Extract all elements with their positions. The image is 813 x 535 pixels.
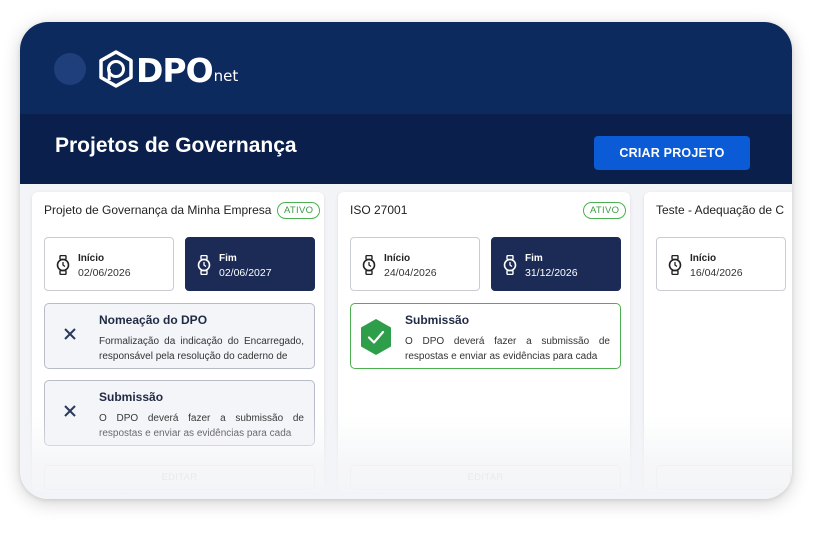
start-label: Início xyxy=(690,253,717,264)
end-date: 02/06/2027 xyxy=(219,267,272,279)
start-label: Início xyxy=(78,253,105,264)
project-title: ISO 27001 xyxy=(350,203,408,217)
logo-wordmark: DPO xyxy=(136,51,214,90)
x-icon xyxy=(64,328,76,340)
task-card-submissao[interactable]: Submissão O DPO deverá fazer a submissão… xyxy=(44,380,315,446)
start-date-box: Início 16/04/2026 xyxy=(656,237,786,291)
watch-icon xyxy=(668,255,682,275)
start-date-box: Início 24/04/2026 xyxy=(350,237,480,291)
edit-button[interactable]: EDITAR xyxy=(44,465,315,490)
watch-icon xyxy=(197,255,211,275)
start-date: 02/06/2026 xyxy=(78,267,131,279)
edit-button[interactable]: EDITAR xyxy=(350,465,621,490)
end-label: Fim xyxy=(525,253,543,264)
project-title: Projeto de Governança da Minha Empresa xyxy=(44,203,272,217)
task-description: O DPO deverá fazer a submissão de respos… xyxy=(99,413,304,439)
check-hexagon-icon xyxy=(361,319,391,355)
end-date: 31/12/2026 xyxy=(525,267,578,279)
edit-button[interactable]: E xyxy=(656,465,792,490)
end-date-box: Fim 31/12/2026 xyxy=(491,237,621,291)
status-badge: ATIVO xyxy=(277,202,321,219)
task-title: Nomeação do DPO xyxy=(99,313,208,327)
end-date-box: Fim 02/06/2027 xyxy=(185,237,315,291)
task-card-nomeacao[interactable]: Nomeação do DPO Formalização da indicaçã… xyxy=(44,303,315,369)
end-label: Fim xyxy=(219,253,237,264)
watch-icon xyxy=(503,255,517,275)
page-title: Projetos de Governança xyxy=(55,134,297,157)
app-window: DPO net Projetos de Governança CRIAR PRO… xyxy=(20,22,792,499)
logo-hexagon-icon xyxy=(99,50,133,88)
project-title: Teste - Adequação de C xyxy=(656,203,785,217)
logo-suffix: net xyxy=(213,67,239,85)
avatar[interactable] xyxy=(54,53,86,85)
status-badge: ATIVO xyxy=(583,202,627,219)
x-icon xyxy=(64,405,76,417)
watch-icon xyxy=(362,255,376,275)
start-date-box: Início 02/06/2026 xyxy=(44,237,174,291)
task-title: Submissão xyxy=(405,313,470,327)
task-title: Submissão xyxy=(99,390,164,404)
project-card: Teste - Adequação de C Início 16/04/2026… xyxy=(644,192,792,492)
top-bar: DPO net xyxy=(20,22,792,114)
watch-icon xyxy=(56,255,70,275)
project-cards: Projeto de Governança da Minha Empresa A… xyxy=(20,184,792,499)
create-project-button[interactable]: CRIAR PROJETO xyxy=(594,136,750,170)
task-card-submissao[interactable]: Submissão O DPO deverá fazer a submissão… xyxy=(350,303,621,369)
project-card: Projeto de Governança da Minha Empresa A… xyxy=(32,192,324,492)
dponet-logo[interactable]: DPO net xyxy=(98,50,238,88)
start-date: 16/04/2026 xyxy=(690,267,743,279)
start-label: Início xyxy=(384,253,411,264)
start-date: 24/04/2026 xyxy=(384,267,437,279)
project-card: ISO 27001 ATIVO Início 24/04/2026 Fim 31… xyxy=(338,192,630,492)
task-description: Formalização da indicação do Encarregado… xyxy=(99,336,304,362)
task-description: O DPO deverá fazer a submissão de respos… xyxy=(405,336,610,362)
